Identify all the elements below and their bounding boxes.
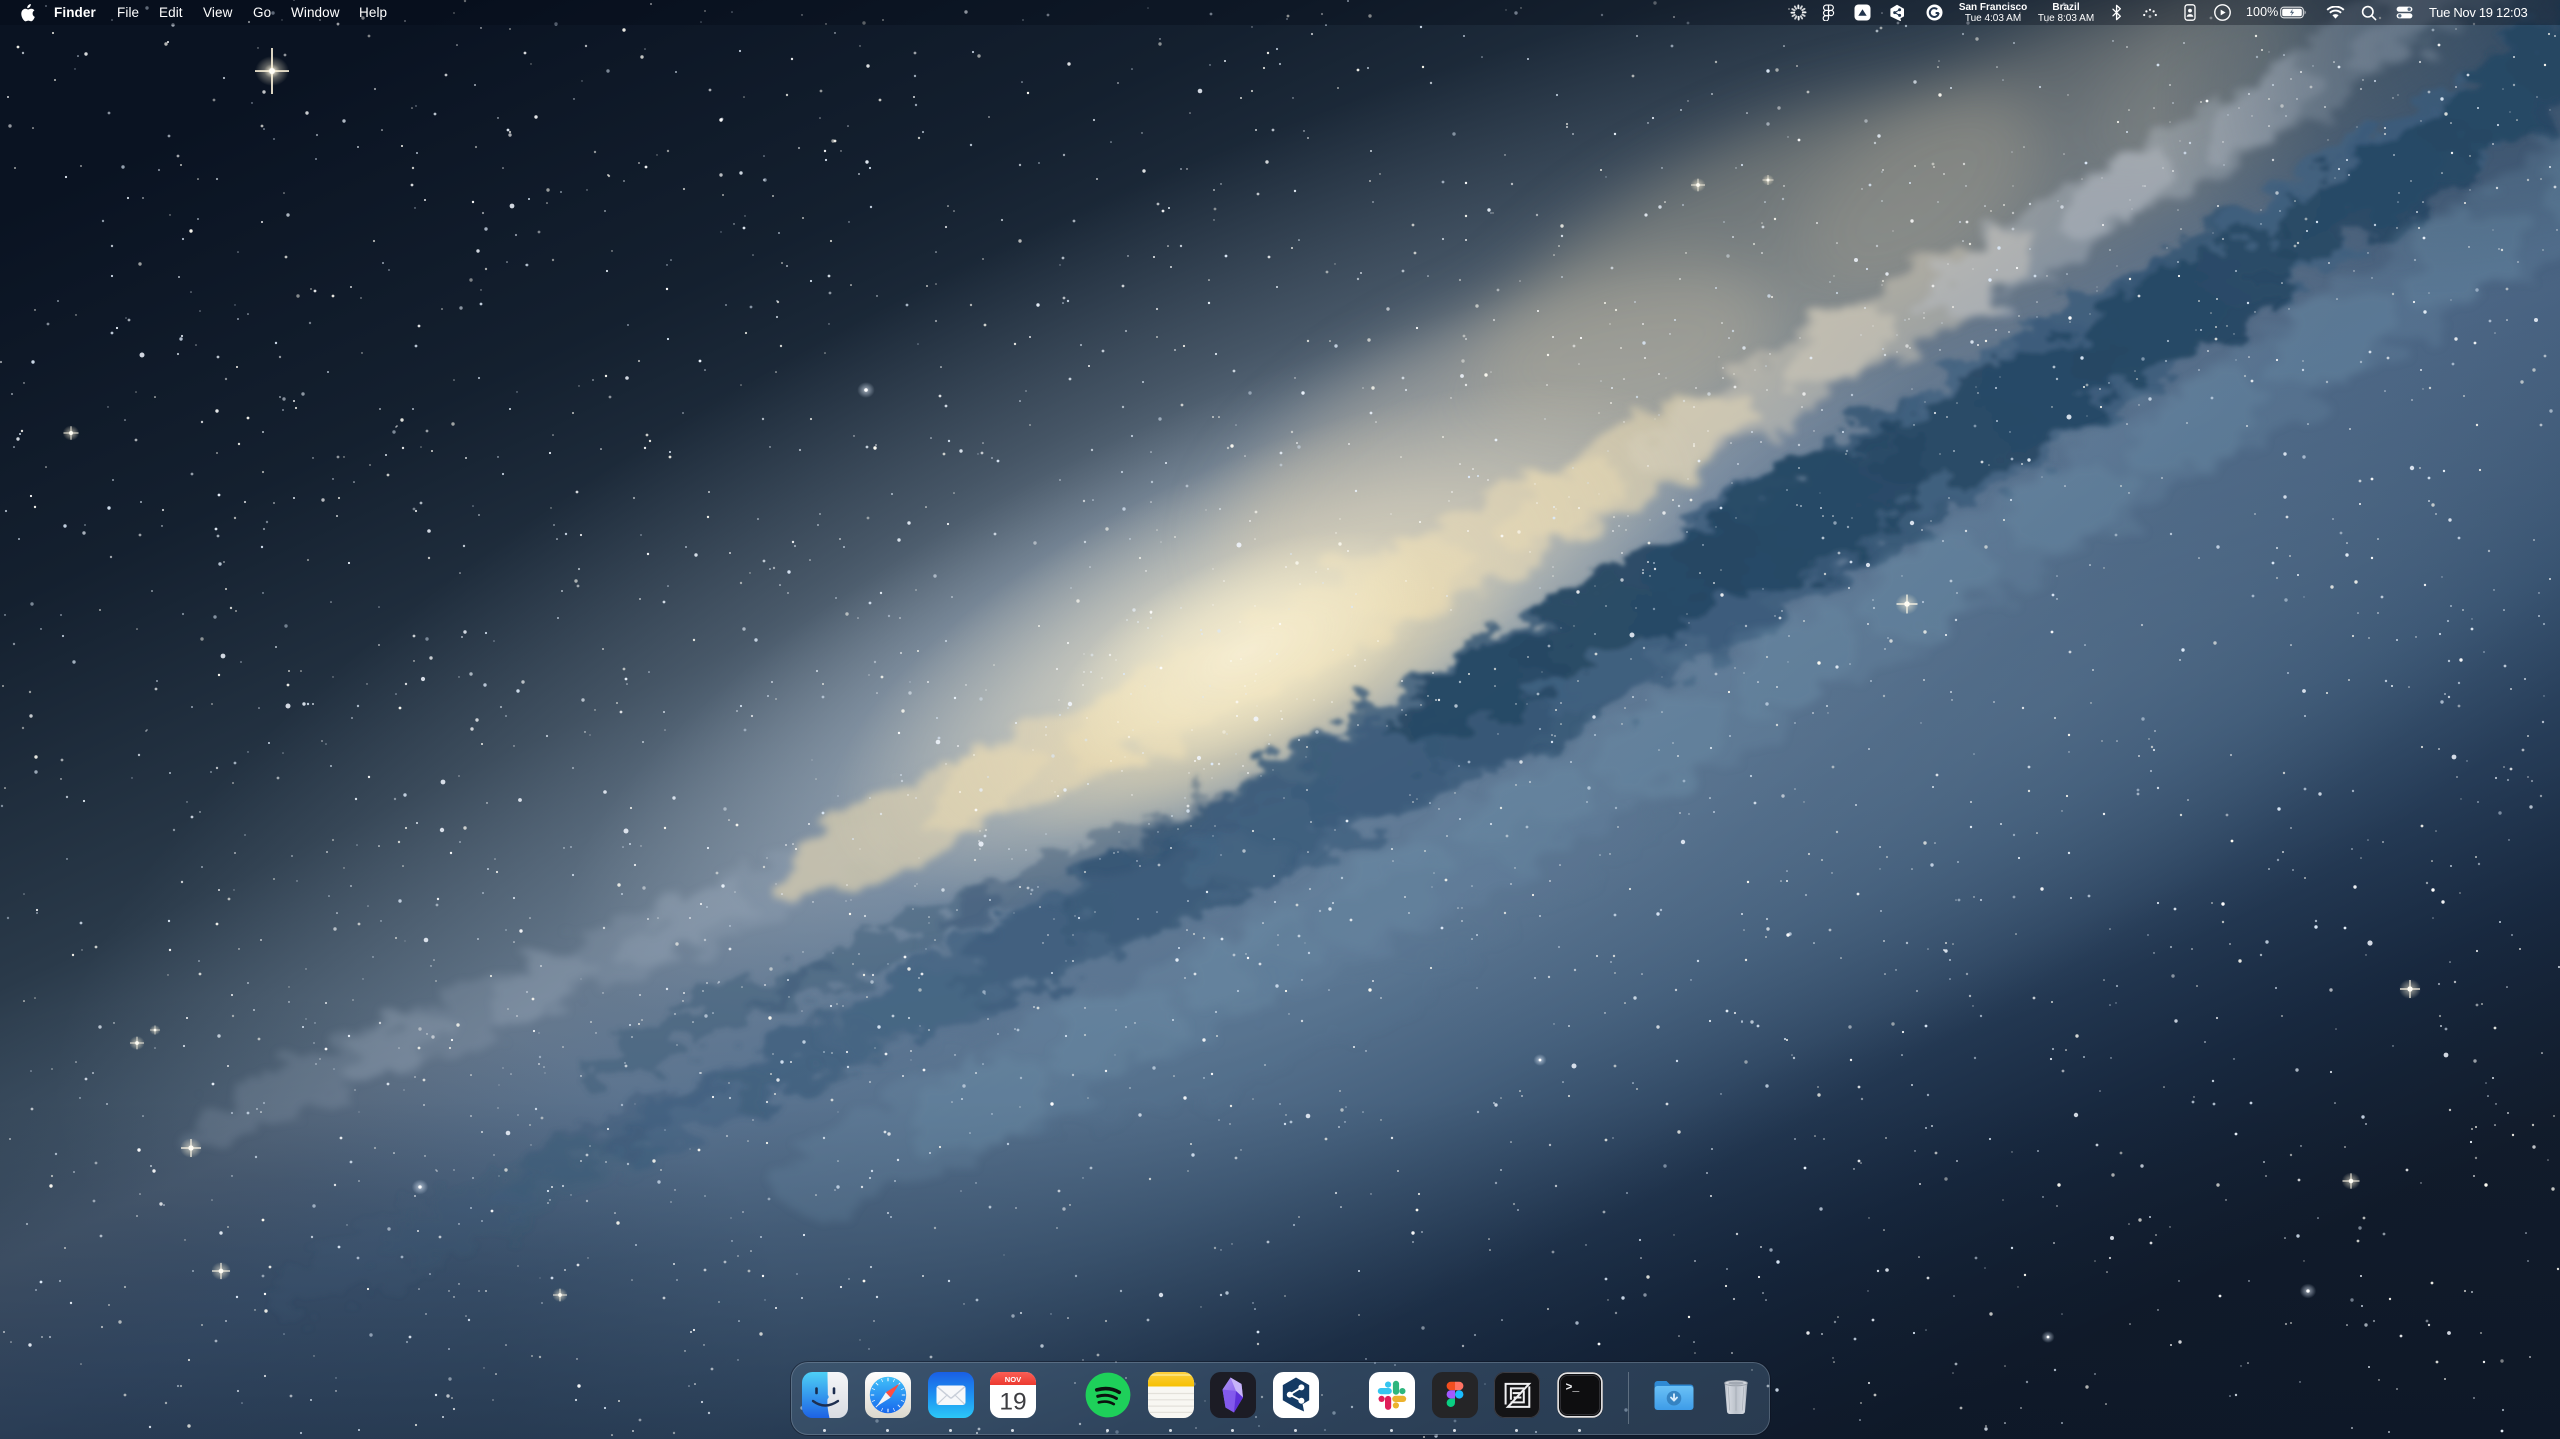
svg-text:NOV: NOV [1005,1375,1022,1384]
svg-text:>_: >_ [1565,1382,1579,1395]
svg-text:19: 19 [1000,1389,1027,1416]
